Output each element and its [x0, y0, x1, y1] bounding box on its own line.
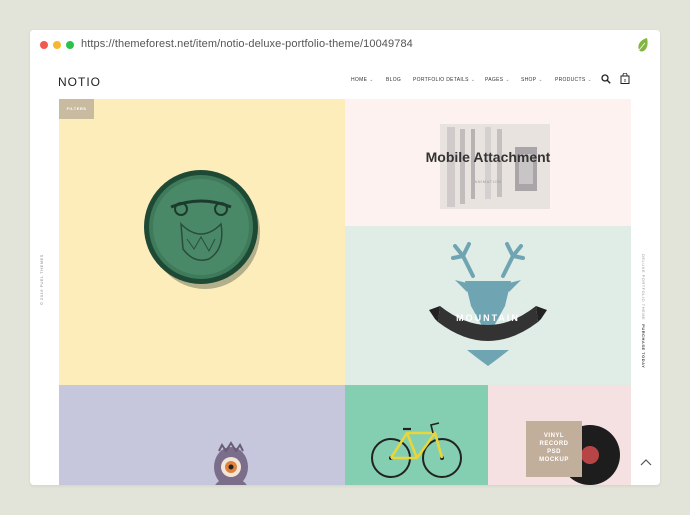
nav-item-portfolio-details[interactable]: PORTFOLIO DETAILS ⌄: [413, 77, 475, 83]
vinyl-record-illustration: VINYL RECORD PSD MOCKUP: [526, 421, 620, 485]
scroll-to-top-icon[interactable]: [640, 457, 652, 467]
portfolio-item-bicycle[interactable]: [345, 385, 488, 485]
nav-item-shop[interactable]: SHOP ⌄: [521, 77, 543, 83]
search-icon[interactable]: [601, 74, 611, 84]
chevron-down-icon: ⌄: [505, 77, 510, 83]
nav-item-home[interactable]: HOME ⌄: [351, 77, 374, 83]
portfolio-item-monster[interactable]: [59, 385, 345, 485]
envato-leaf-icon: [636, 37, 650, 53]
chevron-down-icon: ⌄: [369, 77, 374, 83]
chevron-down-icon: ⌄: [587, 77, 592, 83]
deer-illustration: [429, 242, 547, 366]
record-text-1: VINYL: [544, 433, 564, 439]
mountain-label: MOUNTAIN: [456, 313, 520, 323]
monster-illustration: [214, 441, 248, 485]
minimize-window-button[interactable]: [53, 41, 61, 49]
record-text-3: PSD: [547, 449, 561, 455]
nav-item-pages[interactable]: PAGES ⌄: [485, 77, 510, 83]
portfolio-item-category: ANIMATION: [474, 179, 502, 184]
nav-item-products[interactable]: PRODUCTS ⌄: [555, 77, 592, 83]
portfolio-item-badge[interactable]: [59, 99, 345, 385]
portfolio-item-vinyl-record[interactable]: VINYL RECORD PSD MOCKUP: [488, 385, 631, 485]
browser-window: https://themeforest.net/item/notio-delux…: [30, 30, 660, 485]
chevron-down-icon: ⌄: [538, 77, 543, 83]
site-logo[interactable]: NOTIO: [58, 75, 101, 89]
browser-titlebar: https://themeforest.net/item/notio-delux…: [30, 30, 660, 61]
bicycle-illustration: [371, 422, 462, 478]
address-bar[interactable]: https://themeforest.net/item/notio-delux…: [81, 38, 413, 50]
nav-item-blog[interactable]: BLOG: [386, 77, 401, 83]
badge-illustration: [144, 170, 260, 289]
cart-count: 0: [624, 78, 627, 83]
filters-button[interactable]: FILTERS: [59, 99, 94, 119]
portfolio-item-mountain[interactable]: MOUNTAIN: [345, 226, 631, 385]
close-window-button[interactable]: [40, 41, 48, 49]
chevron-down-icon: ⌄: [470, 77, 476, 83]
maximize-window-button[interactable]: [66, 41, 74, 49]
purchase-vertical[interactable]: DELUXE PORTFOLIO THEMEPURCHASE TODAY: [641, 254, 646, 368]
record-text-2: RECORD: [539, 441, 568, 447]
cart-icon[interactable]: 0: [620, 73, 630, 84]
portfolio-item-title: Mobile Attachment: [425, 149, 551, 165]
record-text-4: MOCKUP: [539, 457, 569, 463]
copyright-vertical: © 2016 FUEL THEMES: [39, 254, 44, 305]
portfolio-item-mobile-attachment[interactable]: Mobile Attachment ANIMATION: [345, 99, 631, 226]
